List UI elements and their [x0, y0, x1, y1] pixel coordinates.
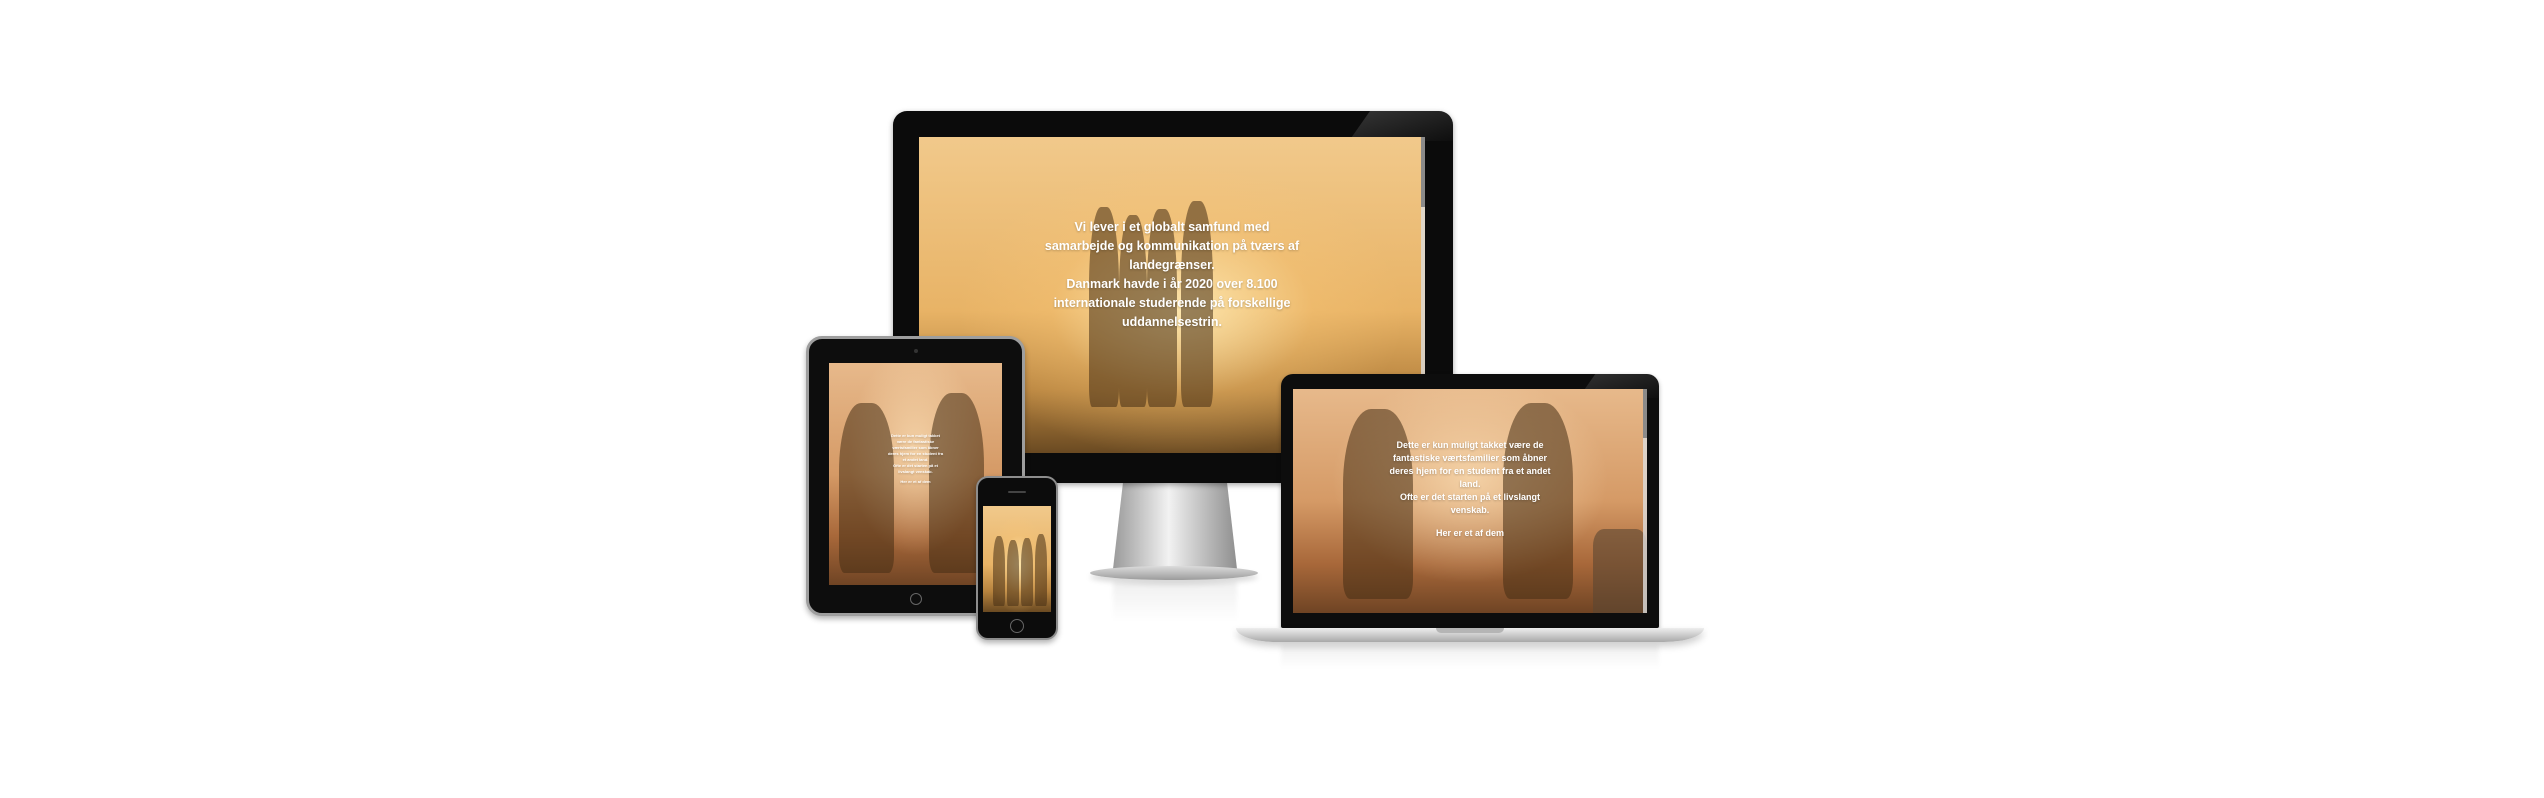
hero-footer: Her er et af dem	[1435, 527, 1505, 538]
tablet-home-button-icon	[910, 593, 922, 605]
hero-line: Danmark havde i år 2020 over 8.100	[1066, 277, 1278, 291]
phone-screen	[983, 506, 1051, 612]
hero-line: Ofte er det starten på et livslangt	[1399, 491, 1541, 502]
hero-line: deres hjem for en student fra et andet	[1389, 465, 1551, 476]
hero-line: internationale studerende på forskellige	[1053, 296, 1291, 310]
hero-footer: Her er et af dem	[900, 479, 931, 484]
hero-line: Dette er kun muligt takket være de	[1396, 439, 1544, 450]
laptop-notch	[1436, 628, 1504, 633]
hero-line: uddannelsestrin.	[1121, 315, 1223, 329]
monitor-stand-base	[1090, 566, 1258, 580]
hero-line: samarbejde og kommunikation på tværs af	[1044, 239, 1300, 253]
laptop-screen: Dette er kun muligt takket være de fanta…	[1293, 389, 1647, 613]
hero-line: Vi lever i et globalt samfund med	[1074, 220, 1270, 234]
hero-line: land.	[1459, 478, 1481, 489]
laptop-hero-text: Dette er kun muligt takket være de fanta…	[1293, 389, 1647, 613]
monitor-reflection	[1113, 582, 1237, 622]
laptop-device: Dette er kun muligt takket være de fanta…	[1281, 374, 1659, 628]
phone-speaker	[1008, 491, 1026, 493]
monitor-stand-neck	[1113, 483, 1237, 569]
tablet-camera	[914, 349, 918, 353]
phone-home-button-icon	[1010, 619, 1024, 633]
hero-line: venskab.	[1450, 504, 1490, 515]
group-silhouette-image	[983, 506, 1051, 612]
laptop-reflection	[1281, 645, 1659, 669]
hero-line: landegrænser.	[1129, 258, 1215, 272]
hero-line: fantastiske værtsfamilier som åbner	[1392, 452, 1548, 463]
responsive-mockup-stage: Vi lever i et globalt samfund med samarb…	[0, 0, 2544, 798]
hero-line: livslangt venskab.	[898, 469, 933, 474]
phone-device	[976, 476, 1058, 640]
